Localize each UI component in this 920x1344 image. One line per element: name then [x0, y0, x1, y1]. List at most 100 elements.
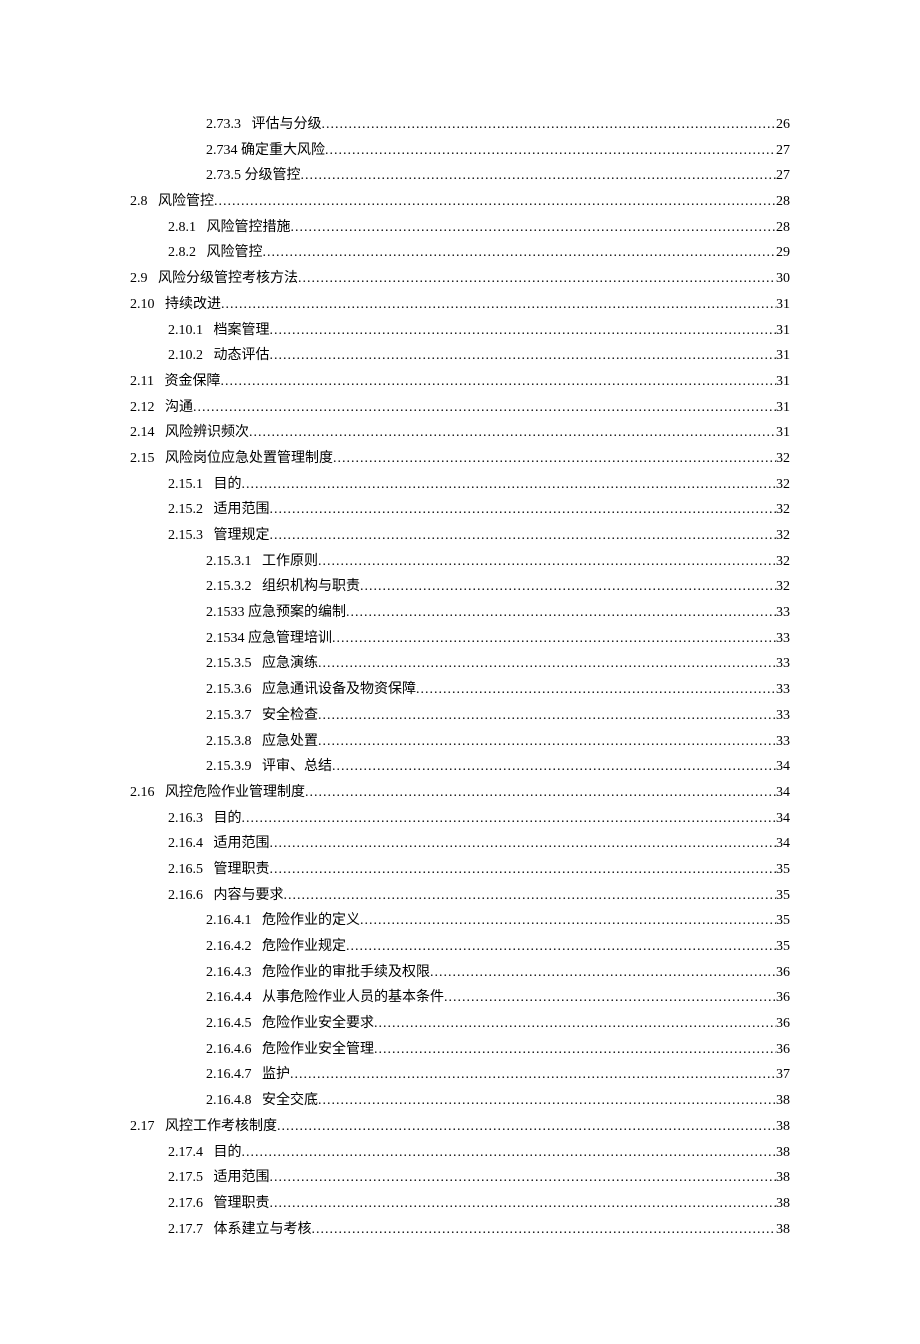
toc-separator [252, 679, 263, 701]
toc-title: 安全检查 [262, 705, 318, 727]
toc-entry[interactable]: 2.14 风险辨识频次31 [130, 422, 790, 444]
toc-number: 2.15.3.8 [206, 731, 252, 753]
toc-separator [252, 705, 263, 727]
toc-leader-dots [263, 242, 777, 264]
toc-entry[interactable]: 2.15.3.5 应急演练33 [130, 653, 790, 675]
toc-number: 2.17.6 [168, 1193, 203, 1215]
toc-entry[interactable]: 2.16.4 适用范围34 [130, 833, 790, 855]
toc-page: 27 [776, 165, 790, 187]
toc-number: 2.17.5 [168, 1167, 203, 1189]
toc-entry[interactable]: 2.17.7 体系建立与考核38 [130, 1219, 790, 1241]
toc-entry[interactable]: 2.17.5 适用范围38 [130, 1167, 790, 1189]
toc-leader-dots [249, 422, 776, 444]
table-of-contents: 2.73.3 评估与分级26 2.734 确定重大风险27 2.73.5 分级管控2… [130, 114, 790, 1240]
toc-entry[interactable]: 2.10.1 档案管理31 [130, 320, 790, 342]
toc-entry[interactable]: 2.15.3.2 组织机构与职责32 [130, 576, 790, 598]
toc-leader-dots [193, 397, 776, 419]
toc-entry[interactable]: 2.15.3.7 安全检查33 [130, 705, 790, 727]
toc-entry[interactable]: 2.9 风险分级管控考核方法30 [130, 268, 790, 290]
toc-page: 37 [776, 1064, 790, 1086]
toc-entry[interactable]: 2.15.3.9 评审、总结34 [130, 756, 790, 778]
toc-number: 2.15.2 [168, 499, 203, 521]
toc-entry[interactable]: 2.1533 应急预案的编制33 [130, 602, 790, 624]
toc-title: 管理职责 [214, 1193, 270, 1215]
toc-page: 31 [776, 422, 790, 444]
toc-entry[interactable]: 2.15.2 适用范围32 [130, 499, 790, 521]
toc-title: 评估与分级 [252, 114, 322, 136]
toc-entry[interactable]: 2.16.3 目的34 [130, 808, 790, 830]
toc-entry[interactable]: 2.16.4.1 危险作业的定义35 [130, 910, 790, 932]
toc-title: 应急预案的编制 [248, 602, 346, 624]
toc-entry[interactable]: 2.16.4.3 危险作业的审批手续及权限36 [130, 962, 790, 984]
toc-entry[interactable]: 2.11 资金保障31 [130, 371, 790, 393]
toc-entry[interactable]: 2.17.6 管理职责38 [130, 1193, 790, 1215]
toc-entry[interactable]: 2.8 风险管控28 [130, 191, 790, 213]
toc-separator [252, 1039, 263, 1061]
toc-number: 2.8.1 [168, 217, 196, 239]
toc-entry[interactable]: 2.8.2 风险管控29 [130, 242, 790, 264]
toc-page: 27 [776, 140, 790, 162]
toc-separator [252, 1064, 263, 1086]
toc-entry[interactable]: 2.12 沟通31 [130, 397, 790, 419]
toc-number: 2.16.4.4 [206, 987, 252, 1009]
toc-entry[interactable]: 2.73.3 评估与分级26 [130, 114, 790, 136]
toc-separator [252, 1013, 263, 1035]
toc-entry[interactable]: 2.10 持续改进31 [130, 294, 790, 316]
toc-entry[interactable]: 2.734 确定重大风险27 [130, 140, 790, 162]
toc-entry[interactable]: 2.73.5 分级管控27 [130, 165, 790, 187]
toc-page: 35 [776, 859, 790, 881]
toc-number: 2.16.5 [168, 859, 203, 881]
toc-entry[interactable]: 2.16 风控危险作业管理制度34 [130, 782, 790, 804]
toc-entry[interactable]: 2.15.1 目的32 [130, 474, 790, 496]
toc-entry[interactable]: 2.8.1 风险管控措施28 [130, 217, 790, 239]
toc-title: 风控工作考核制度 [165, 1116, 277, 1138]
toc-separator [155, 448, 166, 470]
toc-entry[interactable]: 2.16.4.4 从事危险作业人员的基本条件36 [130, 987, 790, 1009]
toc-title: 风险分级管控考核方法 [158, 268, 298, 290]
toc-entry[interactable]: 2.10.2 动态评估31 [130, 345, 790, 367]
toc-separator [252, 987, 263, 1009]
toc-page: 33 [776, 705, 790, 727]
toc-entry[interactable]: 2.1534 应急管理培训33 [130, 628, 790, 650]
toc-title: 内容与要求 [214, 885, 284, 907]
toc-entry[interactable]: 2.16.6 内容与要求35 [130, 885, 790, 907]
toc-title: 动态评估 [214, 345, 270, 367]
toc-page: 33 [776, 602, 790, 624]
toc-number: 2.16.4.2 [206, 936, 252, 958]
toc-entry[interactable]: 2.15.3.1 工作原则32 [130, 551, 790, 573]
toc-entry[interactable]: 2.16.4.8 安全交底38 [130, 1090, 790, 1112]
toc-number: 2.8 [130, 191, 148, 213]
toc-title: 适用范围 [214, 1167, 270, 1189]
toc-entry[interactable]: 2.15.3.6 应急通讯设备及物资保障33 [130, 679, 790, 701]
toc-title: 组织机构与职责 [262, 576, 360, 598]
toc-entry[interactable]: 2.16.4.6 危险作业安全管理36 [130, 1039, 790, 1061]
toc-entry[interactable]: 2.15 风险岗位应急处置管理制度32 [130, 448, 790, 470]
toc-title: 危险作业安全要求 [262, 1013, 374, 1035]
toc-entry[interactable]: 2.17 风控工作考核制度38 [130, 1116, 790, 1138]
toc-entry[interactable]: 2.15.3.8 应急处置33 [130, 731, 790, 753]
toc-title: 目的 [214, 1142, 242, 1164]
toc-title: 应急演练 [262, 653, 318, 675]
toc-number: 2.14 [130, 422, 155, 444]
toc-entry[interactable]: 2.17.4 目的38 [130, 1142, 790, 1164]
toc-entry[interactable]: 2.16.5 管理职责 35 [130, 859, 790, 881]
toc-entry[interactable]: 2.16.4.2 危险作业规定35 [130, 936, 790, 958]
toc-page: 34 [776, 808, 790, 830]
toc-page: 31 [776, 371, 790, 393]
toc-leader-dots [346, 936, 776, 958]
toc-leader-dots [270, 833, 777, 855]
toc-page: 36 [776, 987, 790, 1009]
toc-separator [252, 910, 263, 932]
toc-entry[interactable]: 2.16.4.7 监护37 [130, 1064, 790, 1086]
toc-leader-dots [318, 653, 776, 675]
toc-title: 体系建立与考核 [214, 1219, 312, 1241]
toc-entry[interactable]: 2.15.3 管理规定32 [130, 525, 790, 547]
toc-page: 32 [776, 474, 790, 496]
toc-title: 管理职责 [214, 859, 270, 881]
toc-entry[interactable]: 2.16.4.5 危险作业安全要求36 [130, 1013, 790, 1035]
toc-separator [155, 782, 166, 804]
toc-number: 2.16.3 [168, 808, 203, 830]
toc-title: 危险作业的定义 [262, 910, 360, 932]
toc-page: 31 [776, 397, 790, 419]
toc-number: 2.16.4.5 [206, 1013, 252, 1035]
